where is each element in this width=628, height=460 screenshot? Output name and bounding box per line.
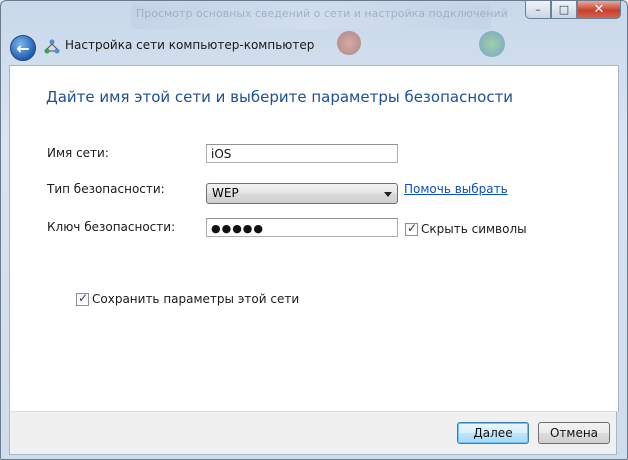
hide-characters-checkbox[interactable] (405, 221, 418, 236)
maximize-button[interactable]: □ (551, 1, 577, 19)
security-type-select[interactable]: WEP (206, 183, 398, 204)
security-key-label: Ключ безопасности: (47, 220, 176, 234)
cancel-button[interactable]: Отмена (538, 422, 610, 444)
security-type-label: Тип безопасности: (47, 182, 165, 196)
security-key-input[interactable]: ●●●●● (206, 218, 398, 237)
hide-characters-label: Скрыть символы (421, 222, 527, 236)
network-wizard-icon (44, 39, 60, 54)
security-type-value: WEP (212, 186, 239, 200)
background-caption: Просмотр основных сведений о сети и наст… (136, 7, 508, 20)
close-button[interactable]: ✕ (577, 1, 621, 19)
save-settings-checkbox[interactable] (76, 291, 89, 306)
back-arrow-icon[interactable]: ← (10, 35, 36, 61)
background-globe-icon (337, 31, 361, 55)
network-name-input[interactable]: iOS (206, 144, 398, 163)
background-earth-icon (479, 31, 505, 57)
content-panel: Дайте имя этой сети и выберите параметры… (9, 65, 619, 412)
minimize-button[interactable]: – (525, 1, 551, 19)
button-bar: Далее Отмена (9, 411, 617, 455)
save-settings-label: Сохранить параметры этой сети (92, 292, 300, 306)
next-button[interactable]: Далее (457, 422, 529, 444)
wizard-window: Просмотр основных сведений о сети и наст… (0, 0, 628, 460)
caption-buttons: – □ ✕ (525, 1, 621, 19)
page-heading: Дайте имя этой сети и выберите параметры… (46, 88, 514, 106)
window-title: Настройка сети компьютер-компьютер (65, 38, 315, 52)
network-name-label: Имя сети: (47, 146, 109, 160)
help-choose-link[interactable]: Помочь выбрать (404, 182, 508, 196)
chevron-down-icon (384, 192, 392, 197)
